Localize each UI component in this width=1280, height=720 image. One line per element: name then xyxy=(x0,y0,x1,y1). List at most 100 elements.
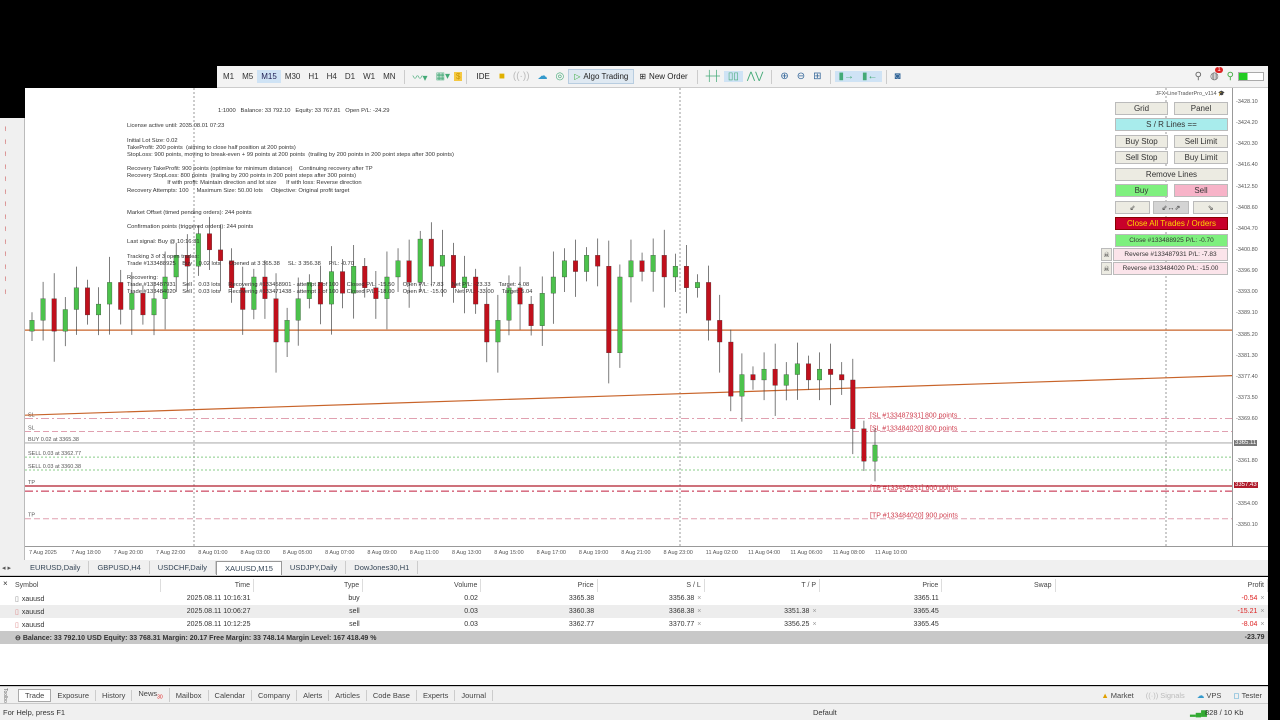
toolbox-tab-journal[interactable]: Journal xyxy=(455,689,493,701)
timeframe-h4[interactable]: H4 xyxy=(323,70,341,83)
object-item-icon[interactable]: ⌇ xyxy=(4,126,7,133)
remove-tp-icon[interactable]: × xyxy=(812,608,816,615)
candlestick-icon[interactable]: ▯▯ xyxy=(723,71,743,82)
timeframe-h1[interactable]: H1 xyxy=(304,70,322,83)
skull-icon[interactable]: ☠ xyxy=(1101,262,1112,275)
new-order-button[interactable]: ⊞ New Order xyxy=(634,70,692,83)
right-tab-vps[interactable]: ☁ VPS xyxy=(1191,690,1228,701)
timeframe-m15[interactable]: M15 xyxy=(257,70,281,83)
dollar-icon[interactable]: $ xyxy=(454,72,463,81)
buy-button[interactable]: Buy xyxy=(1115,184,1168,197)
object-item-icon[interactable]: ⌇ xyxy=(4,189,7,196)
right-tab-tester[interactable]: ◻ Tester xyxy=(1227,690,1268,701)
object-item-icon[interactable]: ⌇ xyxy=(4,139,7,146)
sell-stop-button[interactable]: Sell Stop xyxy=(1115,151,1168,164)
column-header[interactable]: T / P xyxy=(704,579,821,592)
timeframe-w1[interactable]: W1 xyxy=(359,70,379,83)
ide-button[interactable]: IDE xyxy=(471,70,494,83)
timeframe-d1[interactable]: D1 xyxy=(341,70,359,83)
object-item-icon[interactable]: ⌇ xyxy=(4,289,7,296)
autoscroll-icon[interactable]: ▮→ xyxy=(834,71,859,82)
column-header[interactable]: Type xyxy=(253,579,364,592)
skull-icon[interactable]: ☠ xyxy=(1101,248,1112,261)
table-row[interactable]: ▯ xauusd 2025.08.11 10:16:31 buy 0.02 3365.38… xyxy=(0,592,1268,605)
object-item-icon[interactable]: ⌇ xyxy=(4,176,7,183)
toolbox-tab-experts[interactable]: Experts xyxy=(417,689,456,701)
chart-tab[interactable]: GBPUSD,H4 xyxy=(89,561,150,574)
chart-tab[interactable]: EURUSD,Daily xyxy=(22,561,90,574)
remove-profit-icon[interactable]: × xyxy=(1260,621,1264,628)
object-item-icon[interactable]: ⌇ xyxy=(4,201,7,208)
toolbox-tab-history[interactable]: History xyxy=(96,689,133,701)
object-item-icon[interactable]: ⌇ xyxy=(4,239,7,246)
price-chart[interactable]: SL[SL #133487931] 800 pointsSL[SL #13348… xyxy=(25,88,1232,546)
column-header[interactable]: Volume xyxy=(362,579,482,592)
toolbox-tab-trade[interactable]: Trade xyxy=(18,688,52,702)
object-item-icon[interactable]: ⌇ xyxy=(4,214,7,221)
column-header[interactable]: Time xyxy=(160,579,254,592)
timeframe-mn[interactable]: MN xyxy=(379,70,399,83)
buy-limit-button[interactable]: Buy Limit xyxy=(1174,151,1228,164)
buy-stop-button[interactable]: Buy Stop xyxy=(1115,135,1168,148)
object-item-icon[interactable]: ⌇ xyxy=(4,226,7,233)
toolbox-tab-mailbox[interactable]: Mailbox xyxy=(170,689,209,701)
remove-lines-button[interactable]: Remove Lines xyxy=(1115,168,1228,181)
arrows-both-button[interactable]: ⇙↔⇗ xyxy=(1153,201,1189,214)
zoom-in-icon[interactable]: ⊕ xyxy=(776,71,792,82)
object-item-icon[interactable]: ⌇ xyxy=(4,151,7,158)
toolbox-tab-news[interactable]: News30 xyxy=(132,688,170,702)
column-header[interactable]: Swap xyxy=(941,579,1056,592)
algo-trading-button[interactable]: ▷ Algo Trading xyxy=(568,69,635,84)
timeframe-m5[interactable]: M5 xyxy=(238,70,257,83)
trendline[interactable] xyxy=(25,375,1232,416)
reverse-trade-button[interactable]: Reverse #133484020 P/L: -15.00 xyxy=(1113,262,1228,275)
price-axis[interactable]: -3428.10 -3424.20 -3420.30 -3416.40 -3412.50… xyxy=(1232,88,1268,546)
toolbox-tab-articles[interactable]: Articles xyxy=(329,689,367,701)
sell-limit-button[interactable]: Sell Limit xyxy=(1174,135,1228,148)
chart-tab[interactable]: USDCHF,Daily xyxy=(150,561,216,574)
table-row[interactable]: ▯ xauusd 2025.08.11 10:06:27 sell 0.03 3360.3… xyxy=(0,605,1268,618)
reverse-trade-button[interactable]: Reverse #133487931 P/L: -7.83 xyxy=(1113,248,1228,261)
toolbox-tab-alerts[interactable]: Alerts xyxy=(297,689,330,701)
table-row[interactable]: ▯ xauusd 2025.08.11 10:12:25 sell 0.03 3362.7… xyxy=(0,618,1268,631)
column-header[interactable]: Price xyxy=(480,579,598,592)
radar-icon[interactable]: ◎ xyxy=(552,71,569,82)
remove-profit-icon[interactable]: × xyxy=(1260,595,1264,602)
line-chart-icon[interactable]: ⋀⋁ xyxy=(743,71,767,82)
market-bag-icon[interactable]: ■ xyxy=(495,71,509,82)
object-item-icon[interactable]: ⌇ xyxy=(4,264,7,271)
remove-sl-icon[interactable]: × xyxy=(697,608,701,615)
screenshot-icon[interactable]: ◙ xyxy=(891,71,905,82)
column-header[interactable]: Profit xyxy=(1055,579,1268,592)
object-item-icon[interactable]: ⌇ xyxy=(4,164,7,171)
arrow-left-button[interactable]: ⇙ xyxy=(1115,201,1150,214)
arrow-right-button[interactable]: ⇘ xyxy=(1193,201,1228,214)
vps-cloud-icon[interactable]: ☁ xyxy=(534,71,552,82)
close-trade-button[interactable]: Close #133488925 P/L: -0.70 xyxy=(1115,234,1228,247)
indicators-icon[interactable]: ▦▾ xyxy=(432,71,454,82)
tile-windows-icon[interactable]: ⊞ xyxy=(809,71,825,82)
right-tab-signals[interactable]: ((·)) Signals xyxy=(1140,690,1191,701)
search-icon[interactable]: ⚲ xyxy=(1191,71,1206,82)
remove-tp-icon[interactable]: × xyxy=(812,621,816,628)
toolbox-tab-calendar[interactable]: Calendar xyxy=(209,689,252,701)
chart-shift-icon[interactable]: ▮← xyxy=(858,71,882,82)
right-tab-market[interactable]: ▲ Market xyxy=(1095,690,1139,701)
remove-sl-icon[interactable]: × xyxy=(697,621,701,628)
toolbox-tab-company[interactable]: Company xyxy=(252,689,298,701)
column-header[interactable]: S / L xyxy=(597,579,705,592)
toolbox-tab-code-base[interactable]: Code Base xyxy=(367,689,417,701)
bar-chart-icon[interactable]: ┼┼ xyxy=(702,71,724,82)
timeframe-m1[interactable]: M1 xyxy=(219,70,238,83)
notifications-icon[interactable]: ◍ 1 xyxy=(1206,67,1223,82)
column-header[interactable]: Price xyxy=(819,579,943,592)
remove-sl-icon[interactable]: × xyxy=(697,595,701,602)
time-axis[interactable]: 7 Aug 2025 7 Aug 18:00 7 Aug 20:00 7 Aug 22… xyxy=(25,546,1268,560)
object-item-icon[interactable]: ⌇ xyxy=(4,251,7,258)
chart-tab[interactable]: DowJones30,H1 xyxy=(346,561,419,574)
signals-icon[interactable]: ((·)) xyxy=(509,71,534,82)
close-all-button[interactable]: Close All Trades / Orders xyxy=(1115,217,1228,230)
sell-button[interactable]: Sell xyxy=(1174,184,1228,197)
grid-button[interactable]: Grid xyxy=(1115,102,1168,115)
chart-type-icon[interactable]: 〰▾ xyxy=(409,69,432,84)
